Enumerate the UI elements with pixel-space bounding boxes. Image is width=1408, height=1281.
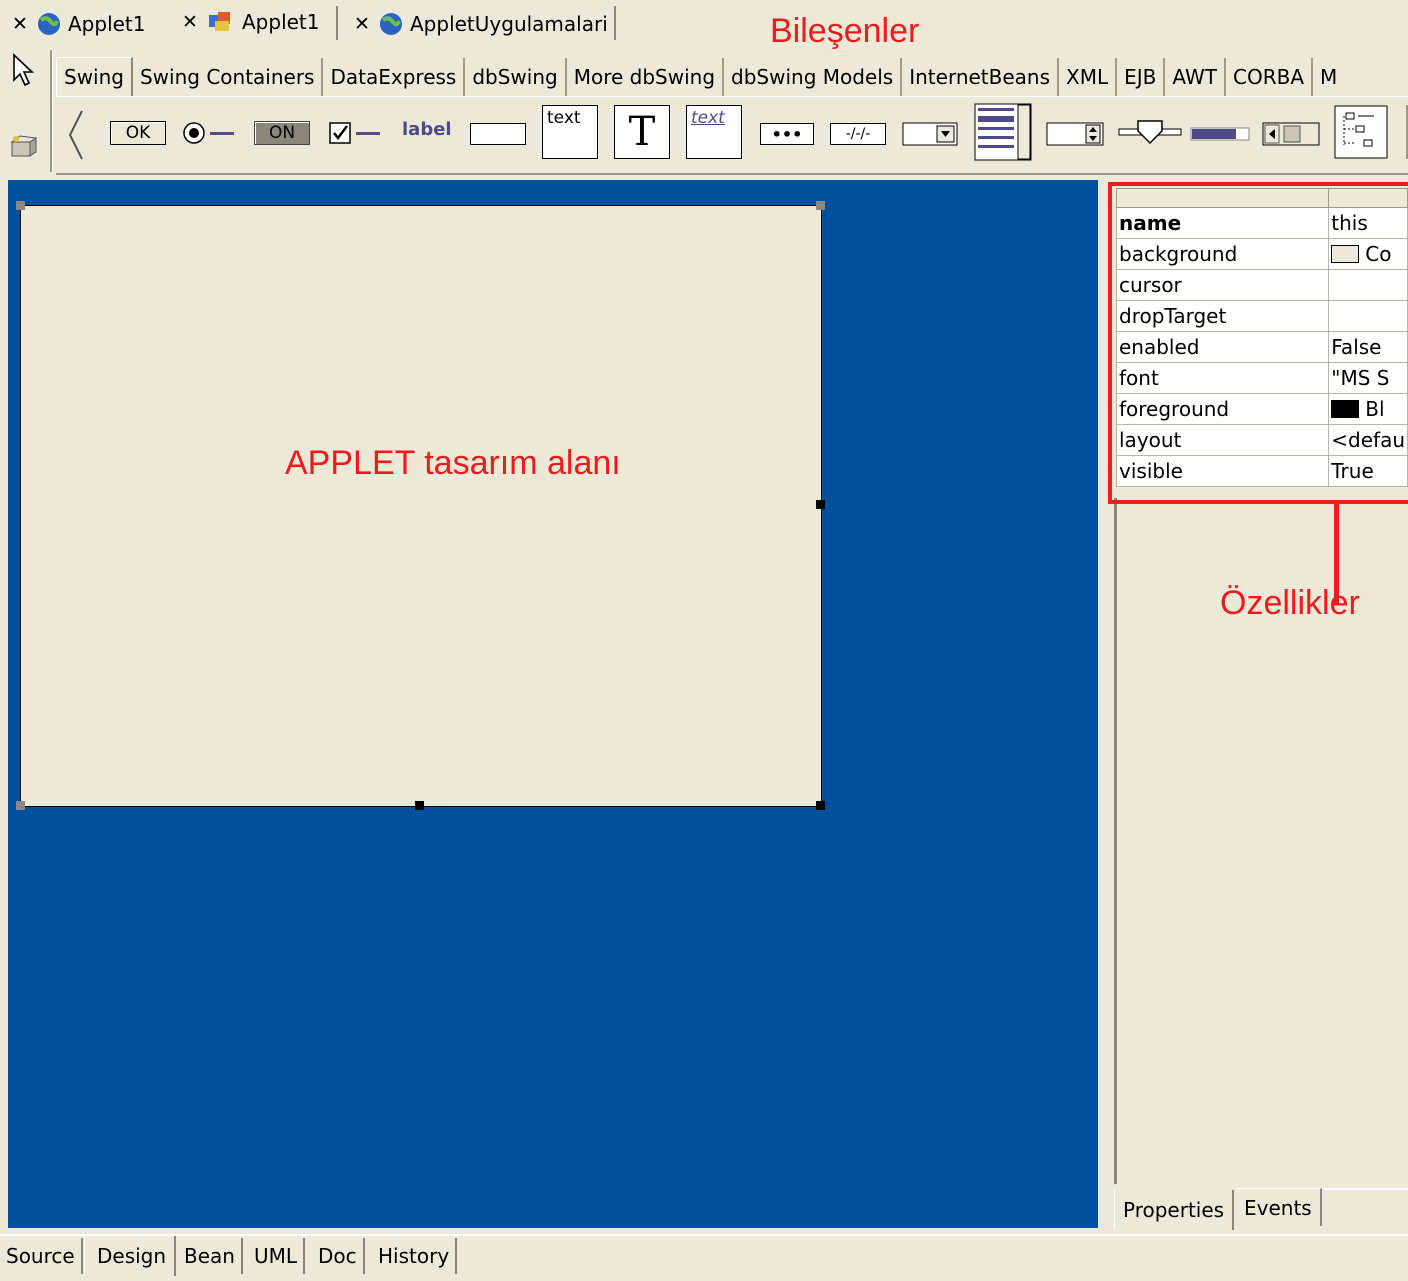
- inspector-border: [1114, 498, 1117, 1184]
- jcheckbox-component[interactable]: [328, 121, 384, 145]
- jtextarea-component[interactable]: text: [542, 105, 598, 159]
- close-icon[interactable]: ✕: [180, 11, 200, 33]
- jbuilder-window: ✕ Applet1 ✕ Applet1 ✕ AppletUygulamalari…: [0, 0, 1408, 1281]
- component-palette: OK ON label text T text ••• -/-/-: [56, 96, 1408, 175]
- file-tab-label: Applet1: [242, 10, 320, 34]
- file-tab-applet1-a[interactable]: ✕ Applet1: [10, 6, 146, 42]
- jlist-component[interactable]: [974, 103, 1032, 163]
- jformattedtextfield-component[interactable]: -/-/-: [830, 123, 886, 145]
- annotation-components: Bileşenler: [770, 12, 920, 50]
- jtogglebutton-component[interactable]: ON: [254, 121, 310, 145]
- tab-bean[interactable]: Bean: [178, 1238, 243, 1274]
- bean-chooser-icon[interactable]: [6, 130, 42, 164]
- jtree-component[interactable]: [1334, 105, 1390, 159]
- annotation-design-area: APPLET tasarım alanı: [285, 444, 621, 482]
- tab-doc[interactable]: Doc: [312, 1238, 365, 1274]
- jspinner-component[interactable]: [1046, 121, 1106, 147]
- tab-divider: [336, 6, 338, 40]
- close-icon[interactable]: ✕: [352, 13, 372, 35]
- jradiobutton-component[interactable]: [182, 121, 238, 145]
- resize-handle-nw: [16, 201, 25, 210]
- file-tab-label: Applet1: [68, 12, 146, 36]
- palette-tab-swing[interactable]: Swing: [56, 57, 133, 96]
- bottom-tab-line: [0, 1234, 1408, 1236]
- tab-history[interactable]: History: [372, 1238, 458, 1274]
- resize-handle-ne: [816, 201, 825, 210]
- jscrollbar-component[interactable]: [1262, 121, 1322, 147]
- resize-handle-se[interactable]: [816, 801, 825, 810]
- jtextpane-component[interactable]: T: [614, 105, 670, 159]
- file-tab-appletuygulamalari[interactable]: ✕ AppletUygulamalari: [352, 6, 608, 42]
- tab-design[interactable]: Design: [84, 1236, 176, 1276]
- jlabel-component[interactable]: label: [402, 119, 452, 140]
- palette-divider: [50, 50, 53, 172]
- resize-handle-e[interactable]: [816, 500, 825, 509]
- resize-handle-s[interactable]: [415, 801, 424, 810]
- applet-design-area[interactable]: APPLET tasarım alanı: [20, 205, 822, 807]
- jcombobox-component[interactable]: [902, 121, 960, 147]
- jbutton-component[interactable]: OK: [110, 121, 166, 145]
- tab-strip-line: [1322, 1188, 1408, 1190]
- jslider-component[interactable]: [1118, 117, 1182, 149]
- tab-uml[interactable]: UML: [248, 1238, 306, 1274]
- applet-bean-icon: [209, 12, 230, 31]
- palette-tab-dataexpress[interactable]: DataExpress: [323, 58, 466, 96]
- palette-tab-dbswing-models[interactable]: dbSwing Models: [724, 58, 903, 96]
- palette-tab-internetbeans[interactable]: InternetBeans: [902, 58, 1060, 96]
- jpasswordfield-component[interactable]: •••: [760, 123, 814, 145]
- selection-arrow-icon[interactable]: [10, 52, 36, 88]
- tab-divider: [614, 6, 616, 40]
- palette-tab-awt[interactable]: AWT: [1165, 58, 1226, 96]
- palette-tab-swing-containers[interactable]: Swing Containers: [133, 58, 324, 96]
- resize-handle-sw: [16, 801, 25, 810]
- scroll-left-icon[interactable]: [66, 109, 86, 161]
- palette-tab-ejb[interactable]: EJB: [1117, 58, 1166, 96]
- jeditorpane-component[interactable]: text: [686, 105, 742, 159]
- annotation-properties-box: [1108, 182, 1408, 504]
- globe-applet-icon: [38, 13, 60, 35]
- close-icon[interactable]: ✕: [10, 13, 30, 35]
- globe-applet-icon: [380, 13, 402, 35]
- jtextfield-component[interactable]: [470, 123, 526, 145]
- file-tab-label: AppletUygulamalari: [410, 12, 608, 36]
- jprogressbar-component[interactable]: [1190, 123, 1250, 145]
- palette-tab-dbswing[interactable]: dbSwing: [465, 58, 567, 96]
- tab-events[interactable]: Events: [1236, 1188, 1322, 1226]
- palette-tabs: Swing Swing Containers DataExpress dbSwi…: [56, 56, 1344, 96]
- annotation-properties: Özellikler: [1220, 584, 1360, 622]
- file-tab-applet1-b[interactable]: ✕ Applet1: [180, 4, 320, 40]
- tab-source[interactable]: Source: [0, 1238, 83, 1274]
- palette-tab-more-dbswing[interactable]: More dbSwing: [567, 58, 725, 96]
- palette-tab-more[interactable]: M: [1313, 58, 1344, 96]
- palette-tab-corba[interactable]: CORBA: [1226, 58, 1314, 96]
- tab-properties[interactable]: Properties: [1114, 1190, 1235, 1230]
- palette-tab-xml[interactable]: XML: [1059, 58, 1118, 96]
